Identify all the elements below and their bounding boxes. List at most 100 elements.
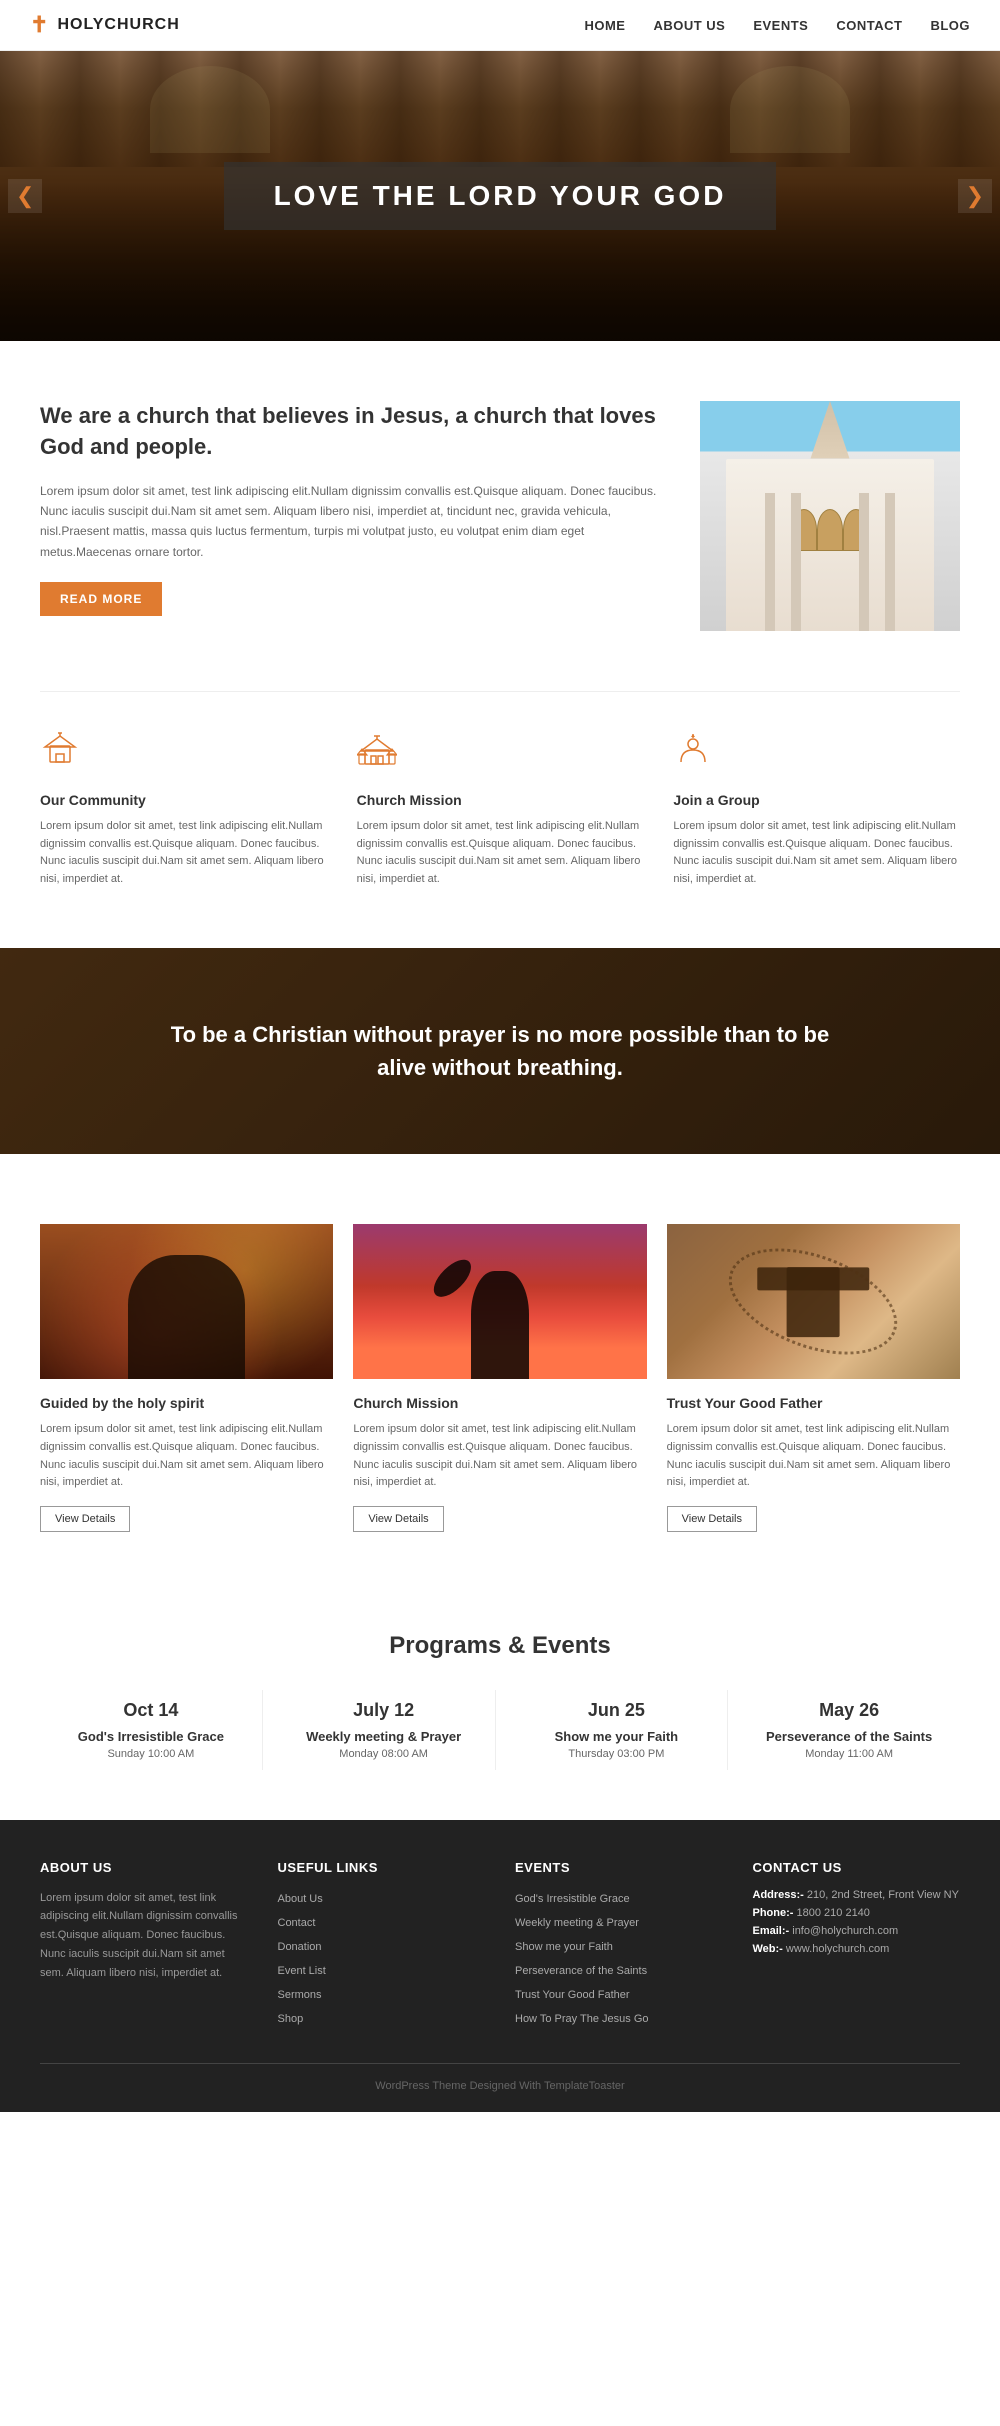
- programs-title: Programs & Events: [40, 1632, 960, 1660]
- footer-link-donation: Donation: [278, 1937, 486, 1955]
- feature-community-title: Our Community: [40, 792, 327, 808]
- program-1-title: God's Irresistible Grace: [50, 1729, 252, 1744]
- footer-about-body: Lorem ipsum dolor sit amet, test link ad…: [40, 1889, 248, 1982]
- footer-link-contact: Contact: [278, 1913, 486, 1931]
- footer-links-col: Useful Links About Us Contact Donation E…: [278, 1860, 486, 2033]
- footer-contact-title: Contact Us: [753, 1860, 961, 1875]
- feature-mission: Church Mission Lorem ipsum dolor sit ame…: [357, 732, 644, 888]
- card-2-details-button[interactable]: View Details: [353, 1506, 443, 1532]
- footer-event-3: Show me your Faith: [515, 1937, 723, 1955]
- church-window-c: [817, 509, 843, 550]
- footer-phone-label: Phone:-: [753, 1907, 794, 1919]
- logo[interactable]: ✝ HOLYCHURCH: [30, 12, 180, 38]
- hero-next-arrow[interactable]: ❯: [958, 179, 992, 213]
- card-3-details-button[interactable]: View Details: [667, 1506, 757, 1532]
- footer-event-4: Perseverance of the Saints: [515, 1961, 723, 1979]
- footer-link-donation-anchor[interactable]: Donation: [278, 1941, 322, 1953]
- feature-community: Our Community Lorem ipsum dolor sit amet…: [40, 732, 327, 888]
- footer-email-label: Email:-: [753, 1925, 790, 1937]
- footer-event-1-anchor[interactable]: God's Irresistible Grace: [515, 1893, 630, 1905]
- footer-address-label: Address:-: [753, 1889, 804, 1901]
- footer-event-6-anchor[interactable]: How To Pray The Jesus Go: [515, 2013, 649, 2025]
- features-section: Our Community Lorem ipsum dolor sit amet…: [0, 692, 1000, 928]
- nav-home[interactable]: HOME: [584, 18, 625, 33]
- program-item-4: May 26 Perseverance of the Saints Monday…: [738, 1690, 960, 1770]
- footer-email: Email:- info@holychurch.com: [753, 1925, 961, 1937]
- cards-section: Guided by the holy spirit Lorem ipsum do…: [0, 1174, 1000, 1581]
- footer-link-contact-anchor[interactable]: Contact: [278, 1917, 316, 1929]
- program-item-3: Jun 25 Show me your Faith Thursday 03:00…: [506, 1690, 729, 1770]
- card-1-details-button[interactable]: View Details: [40, 1506, 130, 1532]
- nav-blog[interactable]: BLOG: [930, 18, 970, 33]
- footer: About Us Lorem ipsum dolor sit amet, tes…: [0, 1820, 1000, 2112]
- programs-section: Programs & Events Oct 14 God's Irresisti…: [0, 1582, 1000, 1820]
- footer-events-list: God's Irresistible Grace Weekly meeting …: [515, 1889, 723, 2027]
- programs-grid: Oct 14 God's Irresistible Grace Sunday 1…: [40, 1690, 960, 1770]
- footer-email-value: info@holychurch.com: [792, 1925, 898, 1937]
- footer-event-5-anchor[interactable]: Trust Your Good Father: [515, 1989, 630, 2001]
- program-item-2: July 12 Weekly meeting & Prayer Monday 0…: [273, 1690, 496, 1770]
- card-3-body: Lorem ipsum dolor sit amet, test link ad…: [667, 1421, 960, 1491]
- feature-mission-body: Lorem ipsum dolor sit amet, test link ad…: [357, 818, 644, 888]
- quote-section: To be a Christian without prayer is no m…: [0, 948, 1000, 1154]
- program-2-title: Weekly meeting & Prayer: [283, 1729, 485, 1744]
- footer-link-events-anchor[interactable]: Event List: [278, 1965, 326, 1977]
- about-image: [700, 401, 960, 631]
- logo-text: HOLYCHURCH: [57, 16, 179, 34]
- footer-link-events: Event List: [278, 1961, 486, 1979]
- footer-link-about-anchor[interactable]: About Us: [278, 1893, 323, 1905]
- program-3-title: Show me your Faith: [516, 1729, 718, 1744]
- footer-link-sermons: Sermons: [278, 1985, 486, 2003]
- footer-event-4-anchor[interactable]: Perseverance of the Saints: [515, 1965, 647, 1977]
- footer-grid: About Us Lorem ipsum dolor sit amet, tes…: [40, 1860, 960, 2033]
- footer-event-6: How To Pray The Jesus Go: [515, 2009, 723, 2027]
- footer-link-shop-anchor[interactable]: Shop: [278, 2013, 304, 2025]
- col2: [791, 493, 801, 631]
- footer-event-2: Weekly meeting & Prayer: [515, 1913, 723, 1931]
- program-1-time: Sunday 10:00 AM: [50, 1748, 252, 1760]
- community-icon: [40, 732, 327, 780]
- program-item-1: Oct 14 God's Irresistible Grace Sunday 1…: [40, 1690, 263, 1770]
- about-text: We are a church that believes in Jesus, …: [40, 401, 660, 616]
- program-4-time: Monday 11:00 AM: [748, 1748, 950, 1760]
- feature-mission-title: Church Mission: [357, 792, 644, 808]
- program-4-title: Perseverance of the Saints: [748, 1729, 950, 1744]
- program-2-time: Monday 08:00 AM: [283, 1748, 485, 1760]
- footer-web-value: www.holychurch.com: [786, 1943, 889, 1955]
- card-img-2: [353, 1224, 646, 1379]
- footer-links-title: Useful Links: [278, 1860, 486, 1875]
- nav-contact[interactable]: CONTACT: [836, 18, 902, 33]
- card-church-mission: Church Mission Lorem ipsum dolor sit ame…: [353, 1224, 646, 1531]
- footer-event-3-anchor[interactable]: Show me your Faith: [515, 1941, 613, 1953]
- nav-events[interactable]: EVENTS: [753, 18, 808, 33]
- footer-events-col: Events God's Irresistible Grace Weekly m…: [515, 1860, 723, 2033]
- footer-contact-col: Contact Us Address:- 210, 2nd Street, Fr…: [753, 1860, 961, 2033]
- card-img-3: [667, 1224, 960, 1379]
- read-more-button[interactable]: READ MORE: [40, 582, 162, 616]
- header: ✝ HOLYCHURCH HOME ABOUT US EVENTS CONTAC…: [0, 0, 1000, 51]
- about-section: We are a church that believes in Jesus, …: [0, 341, 1000, 691]
- footer-event-5: Trust Your Good Father: [515, 1985, 723, 2003]
- card-1-title: Guided by the holy spirit: [40, 1395, 333, 1411]
- card-2-body: Lorem ipsum dolor sit amet, test link ad…: [353, 1421, 646, 1491]
- footer-web-label: Web:-: [753, 1943, 783, 1955]
- card-1-body: Lorem ipsum dolor sit amet, test link ad…: [40, 1421, 333, 1491]
- program-2-date: July 12: [283, 1700, 485, 1721]
- feature-community-body: Lorem ipsum dolor sit amet, test link ad…: [40, 818, 327, 888]
- footer-event-2-anchor[interactable]: Weekly meeting & Prayer: [515, 1917, 639, 1929]
- footer-link-sermons-anchor[interactable]: Sermons: [278, 1989, 322, 2001]
- child-silhouette: [128, 1255, 245, 1379]
- footer-address: Address:- 210, 2nd Street, Front View NY: [753, 1889, 961, 1901]
- hero-prev-arrow[interactable]: ❮: [8, 179, 42, 213]
- nav-about[interactable]: ABOUT US: [653, 18, 725, 33]
- footer-phone-value: 1800 210 2140: [797, 1907, 870, 1919]
- program-3-date: Jun 25: [516, 1700, 718, 1721]
- footer-about-col: About Us Lorem ipsum dolor sit amet, tes…: [40, 1860, 248, 2033]
- card-holy-spirit: Guided by the holy spirit Lorem ipsum do…: [40, 1224, 333, 1531]
- footer-address-value: 210, 2nd Street, Front View NY: [807, 1889, 959, 1901]
- col1: [765, 493, 775, 631]
- group-icon: [673, 732, 960, 780]
- quote-text: To be a Christian without prayer is no m…: [150, 1018, 850, 1084]
- hero-arrows: ❮ ❯: [0, 179, 1000, 213]
- about-heading: We are a church that believes in Jesus, …: [40, 401, 660, 463]
